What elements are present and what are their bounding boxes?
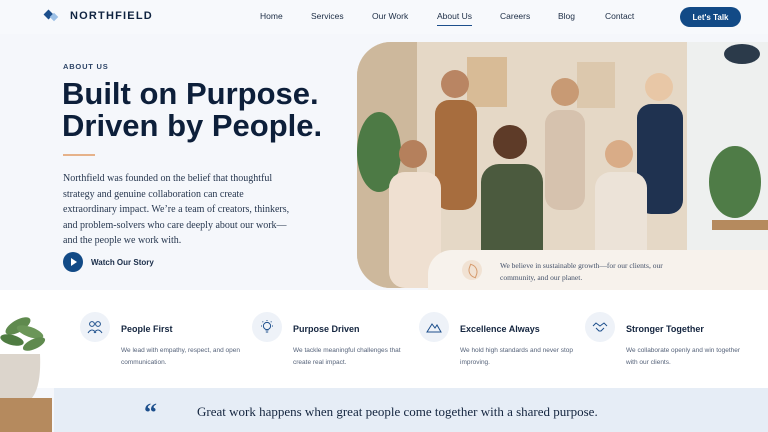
- value-title: People First: [121, 324, 173, 334]
- nav-item-contact[interactable]: Contact: [605, 11, 634, 21]
- headline-line-2: Driven by People.: [62, 108, 323, 143]
- value-description: We collaborate openly and win together w…: [626, 347, 741, 366]
- watch-story-link[interactable]: Watch Our Story: [63, 252, 154, 272]
- handshake-icon: [585, 312, 615, 342]
- nav-item-about-us[interactable]: About Us: [437, 11, 472, 26]
- nav-menu: Home Services Our Work About Us Careers …: [0, 11, 768, 26]
- quote-marks-icon: “: [144, 398, 157, 427]
- headline-line-1: Built on Purpose.: [62, 76, 319, 111]
- value-card-people-first: People First We lead with empathy, respe…: [80, 312, 240, 372]
- accent-divider: [63, 154, 95, 156]
- watch-story-label: Watch Our Story: [91, 257, 154, 267]
- top-nav: NORTHFIELD Home Services Our Work About …: [0, 0, 768, 34]
- value-card-stronger-together: Stronger Together We collaborate openly …: [585, 312, 740, 372]
- belief-card: We believe in sustainable growth—for our…: [428, 250, 768, 290]
- value-card-purpose-driven: Purpose Driven We tackle meaningful chal…: [252, 312, 402, 372]
- intro-paragraph: Northfield was founded on the belief tha…: [63, 173, 290, 246]
- nav-item-services[interactable]: Services: [311, 11, 344, 21]
- value-description: We lead with empathy, respect, and open …: [121, 347, 240, 366]
- play-icon[interactable]: [63, 252, 83, 272]
- lightbulb-icon: [252, 312, 282, 342]
- quote-text: Great work happens when great people com…: [197, 404, 598, 419]
- nav-item-blog[interactable]: Blog: [558, 11, 575, 21]
- quote-band: “ Great work happens when great people c…: [54, 388, 768, 432]
- value-title: Purpose Driven: [293, 324, 360, 334]
- desk-decoration: [0, 398, 52, 432]
- value-title: Excellence Always: [460, 324, 540, 334]
- value-description: We hold high standards and never stop im…: [460, 347, 573, 366]
- nav-item-our-work[interactable]: Our Work: [372, 11, 408, 21]
- nav-item-home[interactable]: Home: [260, 11, 283, 21]
- mountain-icon: [419, 312, 449, 342]
- leaf-icon: [462, 260, 482, 280]
- section-eyebrow: ABOUT US: [63, 62, 109, 71]
- lets-talk-button[interactable]: Let's Talk: [680, 7, 741, 27]
- value-description: We tackle meaningful challenges that cre…: [293, 347, 401, 366]
- people-icon: [80, 312, 110, 342]
- belief-text: We believe in sustainable growth—for our…: [500, 261, 663, 282]
- value-card-excellence-always: Excellence Always We hold high standards…: [419, 312, 573, 372]
- nav-item-careers[interactable]: Careers: [500, 11, 530, 21]
- page-title: Built on Purpose. Driven by People.: [62, 78, 322, 142]
- value-title: Stronger Together: [626, 324, 704, 334]
